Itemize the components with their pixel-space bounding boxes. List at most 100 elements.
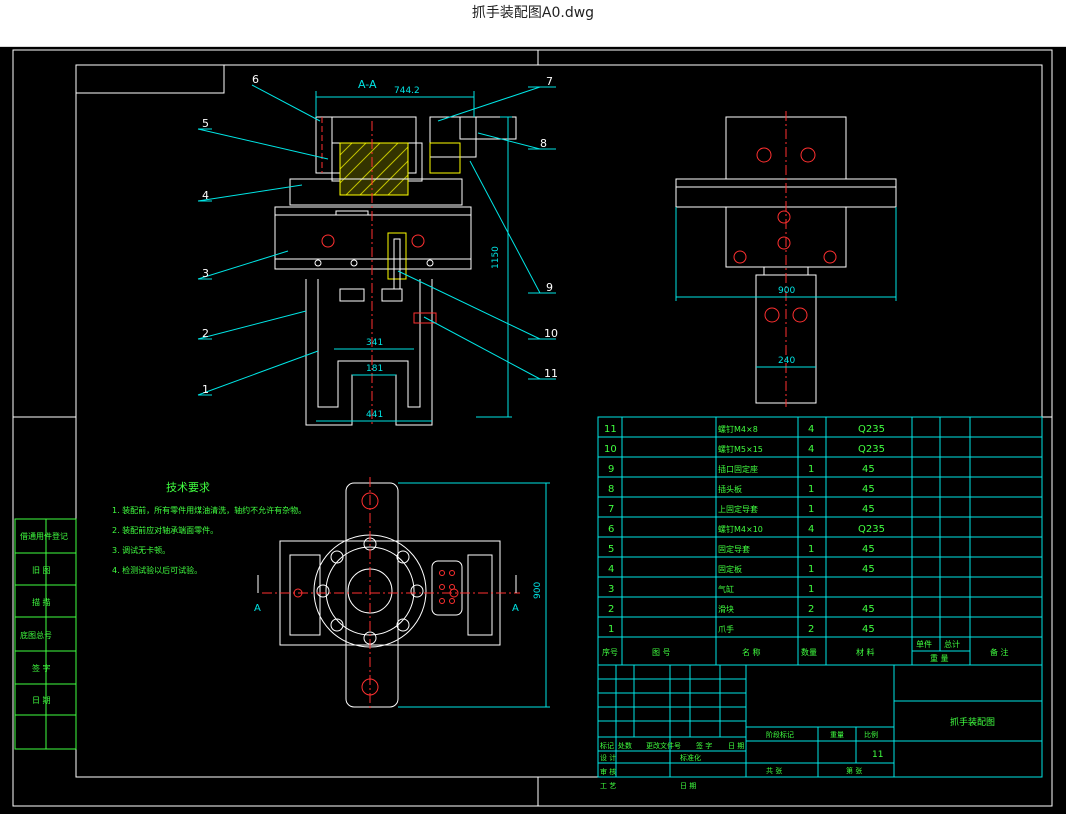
bom-qty-7: 1 <box>808 504 814 515</box>
section-label: A-A <box>358 78 377 91</box>
dim-top-width: 744.2 <box>394 86 420 96</box>
bom-name-9: 插口固定座 <box>718 464 758 474</box>
bom-no-10: 10 <box>604 444 617 455</box>
bom-qty-5: 1 <box>808 544 814 555</box>
stamp-4: 底图总号 <box>20 630 52 640</box>
sheet-border-inner <box>75 64 1043 778</box>
callout-3: 3 <box>202 267 209 280</box>
callout-7: 7 <box>546 75 553 88</box>
cad-drawing[interactable]: A-A 744.2 1150 341 181 441 1 2 3 4 5 6 7… <box>0 47 1066 809</box>
tech-note-4: 4. 检测试验以后可试验。 <box>112 565 202 575</box>
callout-8: 8 <box>540 137 547 150</box>
bom-header-remark: 备 注 <box>990 647 1009 657</box>
callout-5: 5 <box>202 117 209 130</box>
bom-rows: 11 螺钉M4×8 4 Q235 10 螺钉M5×15 4 Q235 9 插口固… <box>604 424 885 635</box>
window-title: 抓手装配图A0.dwg <box>471 5 595 21</box>
bom-qty-1: 2 <box>808 624 814 635</box>
bom-no-8: 8 <box>608 484 614 495</box>
bom-mat-7: 45 <box>862 504 875 515</box>
tech-note-3: 3. 调试无卡顿。 <box>112 545 170 555</box>
bom-no-3: 3 <box>608 584 614 595</box>
callout-6: 6 <box>252 73 259 86</box>
tb-label-date2: 日 期 <box>680 782 696 790</box>
tb-label-date: 日 期 <box>728 742 744 750</box>
dim-plan-height: 900 <box>533 582 543 599</box>
bom-qty-8: 1 <box>808 484 814 495</box>
stamp-2: 旧 图 <box>32 566 51 575</box>
tb-label-sign: 签 字 <box>696 741 712 750</box>
bom-qty-10: 4 <box>808 444 814 455</box>
tb-label-review: 审 核 <box>600 767 616 776</box>
stamp-6: 日 期 <box>32 696 51 705</box>
bom-no-4: 4 <box>608 564 614 575</box>
sheet-count: 11 <box>872 750 883 760</box>
bom-mat-2: 45 <box>862 604 875 615</box>
dim-inner-width: 341 <box>366 338 383 348</box>
tb-label-design: 设 计 <box>600 753 616 762</box>
bom-mat-6: Q235 <box>858 524 885 535</box>
bom-name-1: 爪手 <box>718 624 734 634</box>
bom-no-2: 2 <box>608 604 614 615</box>
tech-title: 技术要求 <box>166 481 210 494</box>
dim-slot-width: 181 <box>366 364 383 374</box>
bom-qty-6: 4 <box>808 524 814 535</box>
bom-header-total: 总计 <box>944 639 960 649</box>
bom-header-no: 序号 <box>602 647 618 657</box>
bom-name-7: 上固定导套 <box>718 504 758 514</box>
bom-qty-2: 2 <box>808 604 814 615</box>
bom-name-8: 插头板 <box>718 484 742 494</box>
section-dimensions <box>315 91 512 422</box>
stamp-5: 签 字 <box>32 663 51 673</box>
bom-header-name: 名 称 <box>742 647 761 657</box>
bom-name-6: 螺钉M4×10 <box>718 524 763 534</box>
bom-mat-4: 45 <box>862 564 875 575</box>
tech-note-2: 2. 装配前应对轴承端面零件。 <box>112 525 218 535</box>
tb-label-stage: 阶段标记 <box>766 730 794 739</box>
tb-label-mark: 标记 <box>600 741 614 750</box>
callout-1: 1 <box>202 383 209 396</box>
bom-no-9: 9 <box>608 464 614 475</box>
bom-grid <box>597 416 1043 666</box>
tb-label-standard: 标准化 <box>680 753 701 762</box>
bom-mat-1: 45 <box>862 624 875 635</box>
callout-2: 2 <box>202 327 209 340</box>
bom-no-11: 11 <box>604 424 617 435</box>
dim-stem-width: 240 <box>778 356 795 366</box>
window-titlebar: 抓手装配图A0.dwg <box>0 0 1066 47</box>
bom-name-11: 螺钉M4×8 <box>718 424 758 434</box>
tb-label-count: 处数 <box>618 741 632 750</box>
bom-header-code: 图 号 <box>652 648 671 657</box>
stamp-3: 描 描 <box>32 597 51 607</box>
bom-qty-4: 1 <box>808 564 814 575</box>
callout-4: 4 <box>202 189 209 202</box>
bom-header-weight: 重 量 <box>930 653 949 663</box>
bom-no-6: 6 <box>608 524 614 535</box>
bom-mat-10: Q235 <box>858 444 885 455</box>
dim-base-width: 441 <box>366 410 383 420</box>
tb-label-change: 更改文件号 <box>646 741 681 750</box>
tech-note-1: 1. 装配前，所有零件用煤油清洗，轴约不允许有杂物。 <box>112 505 306 515</box>
callout-10: 10 <box>544 327 558 340</box>
bom-qty-9: 1 <box>808 464 814 475</box>
bom-mat-9: 45 <box>862 464 875 475</box>
section-view[interactable]: A-A <box>274 78 517 426</box>
bom-no-5: 5 <box>608 544 614 555</box>
tb-label-scale: 比例 <box>864 730 878 739</box>
tb-label-weight: 重量 <box>830 731 844 739</box>
bom-mat-8: 45 <box>862 484 875 495</box>
callout-9: 9 <box>546 281 553 294</box>
stamp-1: 借通用件登记 <box>20 531 68 541</box>
view-arrow-right: A <box>512 603 519 614</box>
bom-name-10: 螺钉M5×15 <box>718 444 763 454</box>
dim-side-width: 900 <box>778 286 795 296</box>
bom-no-1: 1 <box>608 624 614 635</box>
cad-canvas[interactable]: A-A 744.2 1150 341 181 441 1 2 3 4 5 6 7… <box>0 47 1066 809</box>
bom-qty-11: 4 <box>808 424 814 435</box>
bom-no-7: 7 <box>608 504 614 515</box>
bom-name-2: 滑块 <box>718 604 734 614</box>
bom-mat-5: 45 <box>862 544 875 555</box>
bom-name-4: 固定板 <box>718 564 742 574</box>
tb-label-sheet: 第 张 <box>846 766 862 775</box>
bom-header-material: 材 料 <box>856 647 875 657</box>
callout-11: 11 <box>544 367 558 380</box>
